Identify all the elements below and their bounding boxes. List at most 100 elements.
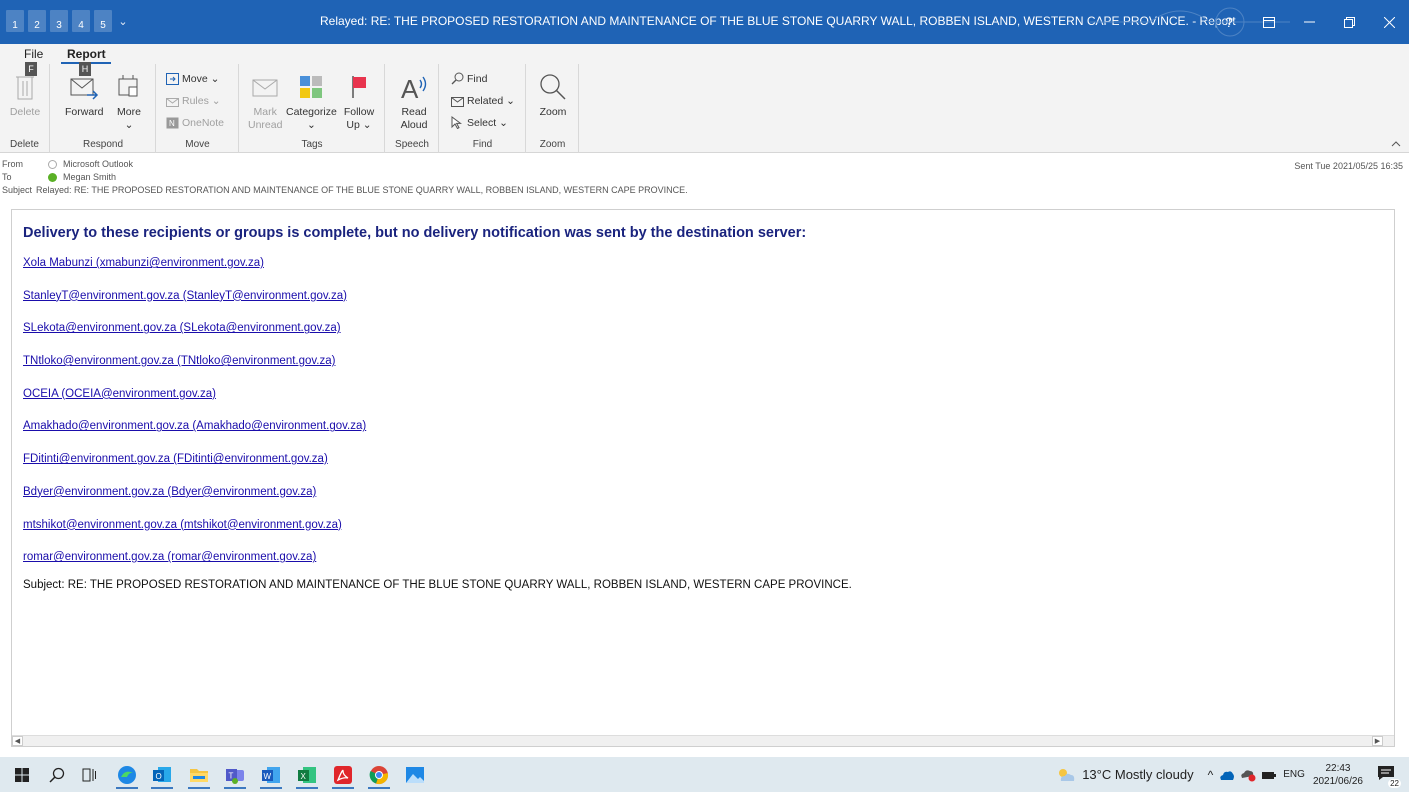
network-error-icon[interactable] bbox=[1240, 768, 1256, 782]
battery-icon[interactable] bbox=[1261, 769, 1277, 781]
photos-icon[interactable] bbox=[400, 761, 430, 789]
find-button[interactable]: Find bbox=[450, 72, 487, 85]
delete-icon bbox=[9, 70, 41, 104]
svg-text:W: W bbox=[264, 772, 272, 781]
taskbar: O T W X 13°C Mostly cloudy ^ ENG 22:43 2… bbox=[0, 757, 1409, 792]
forward-button[interactable]: Forward bbox=[65, 70, 104, 119]
excel-icon[interactable]: X bbox=[292, 761, 322, 789]
clock[interactable]: 22:43 2021/06/26 bbox=[1313, 762, 1363, 788]
recipient-link[interactable]: Bdyer@environment.gov.za (Bdyer@environm… bbox=[23, 484, 1384, 517]
notification-count-badge: 22 bbox=[1388, 778, 1401, 788]
tab-report[interactable]: Report bbox=[67, 44, 106, 64]
related-button[interactable]: Related ⌄ bbox=[450, 94, 515, 107]
active-indicator bbox=[296, 787, 318, 789]
recipient-link[interactable]: OCEIA (OCEIA@environment.gov.za) bbox=[23, 386, 1384, 419]
recipient-link[interactable]: mtshikot@environment.gov.za (mtshikot@en… bbox=[23, 517, 1384, 550]
group-find: Find Related ⌄ Select ⌄ Find bbox=[440, 64, 526, 153]
weather-text: 13°C Mostly cloudy bbox=[1082, 767, 1194, 782]
group-label-respond: Respond bbox=[82, 139, 124, 150]
to-label: To bbox=[2, 172, 12, 182]
recipient-link[interactable]: StanleyT@environment.gov.za (StanleyT@en… bbox=[23, 288, 1384, 321]
ribbon: F H Delete Delete Forward More ⌄ Respond bbox=[0, 62, 1409, 153]
categorize-button[interactable]: Categorize ⌄ bbox=[286, 70, 337, 132]
forward-icon bbox=[68, 70, 100, 104]
active-indicator bbox=[368, 787, 390, 789]
delivery-heading: Delivery to these recipients or groups i… bbox=[23, 225, 807, 241]
read-aloud-label-2: Aloud bbox=[400, 119, 428, 131]
svg-text:N: N bbox=[169, 119, 175, 128]
more-respond-icon bbox=[113, 70, 145, 104]
svg-text:A: A bbox=[401, 74, 419, 102]
from-value[interactable]: Microsoft Outlook bbox=[63, 159, 133, 169]
quick-access-toolbar: 1 2 3 4 5 ⌄ bbox=[6, 10, 130, 32]
group-label-speech: Speech bbox=[395, 139, 429, 150]
subject-value: Relayed: RE: THE PROPOSED RESTORATION AN… bbox=[36, 185, 688, 195]
ribbon-tabs: File Report bbox=[0, 44, 1409, 64]
group-tags: Mark Unread Categorize ⌄ Follow Up ⌄ Tag… bbox=[240, 64, 385, 153]
follow-up-label-2: Up ⌄ bbox=[346, 119, 372, 131]
presence-available-icon bbox=[48, 172, 57, 182]
svg-text:X: X bbox=[301, 772, 307, 781]
file-explorer-icon[interactable] bbox=[184, 761, 214, 789]
customize-qat-icon[interactable]: ⌄ bbox=[116, 10, 130, 32]
teams-icon[interactable]: T bbox=[220, 761, 250, 789]
read-aloud-button[interactable]: A Read Aloud bbox=[398, 70, 430, 132]
restore-button[interactable] bbox=[1329, 0, 1369, 44]
delete-label: Delete bbox=[9, 106, 41, 118]
show-hidden-icons-icon[interactable]: ^ bbox=[1208, 768, 1214, 782]
word-icon[interactable]: W bbox=[256, 761, 286, 789]
help-button[interactable]: ? bbox=[1209, 0, 1249, 44]
notifications-icon[interactable]: 22 bbox=[1375, 762, 1401, 788]
qat-button-2[interactable]: 2 bbox=[28, 10, 46, 32]
qat-button-4[interactable]: 4 bbox=[72, 10, 90, 32]
select-button[interactable]: Select ⌄ bbox=[450, 116, 508, 129]
group-respond: Forward More ⌄ Respond bbox=[51, 64, 156, 153]
zoom-button[interactable]: Zoom bbox=[537, 70, 569, 119]
active-indicator bbox=[224, 787, 246, 789]
subject-label: Subject bbox=[2, 185, 33, 195]
weather-widget[interactable]: 13°C Mostly cloudy bbox=[1056, 767, 1194, 783]
tab-file[interactable]: File bbox=[24, 44, 43, 64]
move-button[interactable]: Move ⌄ bbox=[165, 72, 219, 85]
message-content: Delivery to these recipients or groups i… bbox=[23, 225, 1384, 591]
scroll-right-icon[interactable]: ▶ bbox=[1372, 736, 1383, 746]
rules-label: Rules ⌄ bbox=[182, 94, 221, 107]
qat-button-1[interactable]: 1 bbox=[6, 10, 24, 32]
more-respond-button[interactable]: More ⌄ bbox=[113, 70, 145, 132]
close-button[interactable] bbox=[1369, 0, 1409, 44]
to-value[interactable]: Megan Smith bbox=[63, 172, 116, 182]
ribbon-display-options-icon[interactable] bbox=[1249, 0, 1289, 44]
read-aloud-label-1: Read bbox=[401, 106, 427, 118]
recipient-link[interactable]: TNtloko@environment.gov.za (TNtloko@envi… bbox=[23, 353, 1384, 386]
qat-button-3[interactable]: 3 bbox=[50, 10, 68, 32]
categorize-label-1: Categorize bbox=[286, 106, 337, 118]
onenote-button[interactable]: N OneNote bbox=[165, 116, 224, 129]
group-label-delete: Delete bbox=[10, 139, 39, 150]
edge-browser-icon[interactable] bbox=[112, 761, 142, 789]
collapse-ribbon-icon[interactable] bbox=[1391, 139, 1401, 150]
chrome-icon[interactable] bbox=[364, 761, 394, 789]
minimize-button[interactable] bbox=[1289, 0, 1329, 44]
follow-up-button[interactable]: Follow Up ⌄ bbox=[343, 70, 375, 132]
mark-unread-button[interactable]: Mark Unread bbox=[248, 70, 282, 132]
recipient-link[interactable]: Xola Mabunzi (xmabunzi@environment.gov.z… bbox=[23, 255, 1384, 288]
recipient-link[interactable]: romar@environment.gov.za (romar@environm… bbox=[23, 549, 1384, 582]
recipient-link[interactable]: Amakhado@environment.gov.za (Amakhado@en… bbox=[23, 418, 1384, 451]
acrobat-icon[interactable] bbox=[328, 761, 358, 789]
language-indicator[interactable]: ENG bbox=[1283, 769, 1305, 780]
follow-up-label-1: Follow bbox=[343, 106, 375, 118]
delete-button[interactable]: Delete bbox=[9, 70, 41, 119]
task-view-icon[interactable] bbox=[74, 761, 104, 789]
message-header: From Microsoft Outlook To Megan Smith Su… bbox=[0, 157, 1409, 207]
rules-button[interactable]: Rules ⌄ bbox=[165, 94, 221, 107]
start-windows-icon[interactable] bbox=[7, 761, 37, 789]
recipient-link[interactable]: FDitinti@environment.gov.za (FDitinti@en… bbox=[23, 451, 1384, 484]
horizontal-scrollbar[interactable]: ◀ ▶ bbox=[12, 735, 1394, 746]
qat-button-5[interactable]: 5 bbox=[94, 10, 112, 32]
scroll-left-icon[interactable]: ◀ bbox=[12, 736, 23, 746]
title-bar: 1 2 3 4 5 ⌄ Relayed: RE: THE PROPOSED RE… bbox=[0, 0, 1409, 44]
onedrive-icon[interactable] bbox=[1219, 769, 1235, 781]
outlook-icon[interactable]: O bbox=[147, 761, 177, 789]
recipient-link[interactable]: SLekota@environment.gov.za (SLekota@envi… bbox=[23, 320, 1384, 353]
search-icon[interactable] bbox=[42, 761, 72, 789]
